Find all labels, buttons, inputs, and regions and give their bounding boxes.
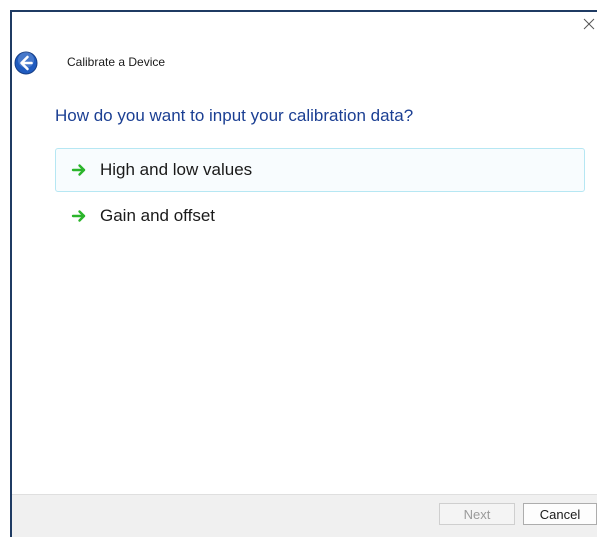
cancel-button[interactable]: Cancel — [523, 503, 597, 525]
option-label: High and low values — [100, 160, 253, 179]
close-icon[interactable] — [581, 16, 597, 32]
dialog-window: Calibrate a Device How do you want to in… — [10, 10, 597, 537]
option-label: Gain and offset — [100, 206, 215, 225]
page-heading: How do you want to input your calibratio… — [55, 106, 414, 125]
green-arrow-icon — [71, 210, 86, 222]
next-button[interactable]: Next — [439, 503, 515, 525]
back-arrow-icon[interactable] — [14, 51, 38, 75]
window-title: Calibrate a Device — [67, 55, 166, 69]
option-high-and-low-values[interactable]: High and low values — [55, 148, 585, 192]
option-gain-and-offset[interactable]: Gain and offset — [55, 194, 585, 238]
footer-bar: Next Cancel — [12, 494, 597, 537]
green-arrow-icon — [71, 164, 86, 176]
